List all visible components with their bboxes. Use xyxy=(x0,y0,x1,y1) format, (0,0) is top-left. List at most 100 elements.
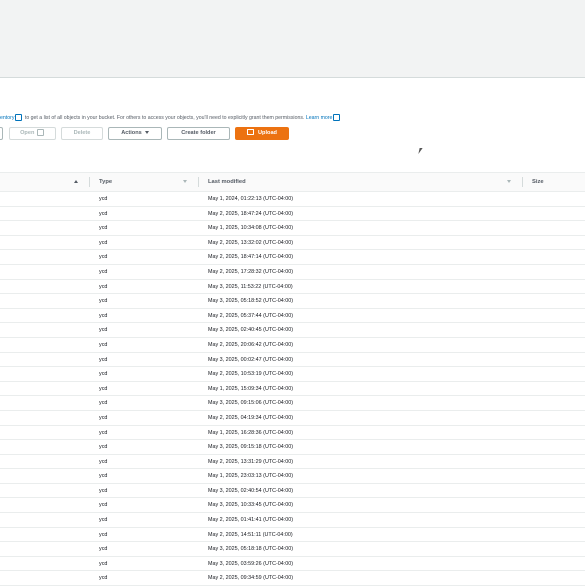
upload-icon xyxy=(247,129,255,136)
cell-last-modified: May 3, 2025, 03:59:26 (UTC-04:00) xyxy=(208,560,294,567)
open-label: Open xyxy=(20,130,35,136)
column-header-last-modified[interactable]: Last modified xyxy=(208,173,246,191)
table-row[interactable]: ycd May 2, 2025, 13:31:29 (UTC-04:00) xyxy=(0,455,585,470)
table-row[interactable]: ycd May 2, 2025, 20:06:42 (UTC-04:00) xyxy=(0,338,585,353)
table-row[interactable]: ycd May 3, 2025, 10:33:45 (UTC-04:00) xyxy=(0,498,585,514)
upload-button[interactable]: Upload xyxy=(235,127,289,140)
cell-last-modified: May 2, 2025, 10:53:19 (UTC-04:00) xyxy=(208,371,294,378)
cell-last-modified: May 3, 2025, 11:53:22 (UTC-04:00) xyxy=(208,283,293,290)
cell-last-modified: May 1, 2024, 01:22:13 (UTC-04:00) xyxy=(208,196,294,202)
table-row[interactable]: ycd May 2, 2025, 13:32:02 (UTC-04:00) xyxy=(0,236,585,251)
cell-last-modified: May 1, 2025, 23:03:13 (UTC-04:00) xyxy=(208,473,294,480)
table-row[interactable]: ycd May 2, 2025, 05:37:44 (UTC-04:00) xyxy=(0,309,585,324)
cell-type: ycd xyxy=(99,371,108,378)
external-link-icon xyxy=(15,113,23,121)
table-row[interactable]: ycd May 2, 2025, 17:28:32 (UTC-04:00) xyxy=(0,265,585,280)
cell-type: ycd xyxy=(99,356,108,363)
column-header-size[interactable]: Size xyxy=(532,173,544,191)
learn-more-link[interactable]: Learn more xyxy=(306,115,333,121)
sort-descending-icon[interactable] xyxy=(507,180,511,183)
cell-type: ycd xyxy=(99,429,108,436)
table-row[interactable]: ycd May 2, 2025, 01:41:41 (UTC-04:00) xyxy=(0,513,585,528)
info-description: to get a list of all objects in your buc… xyxy=(24,115,305,121)
cell-type: ycd xyxy=(99,531,108,538)
table-row[interactable]: ycd May 1, 2025, 10:34:08 (UTC-04:00) xyxy=(0,221,585,236)
cell-type: ycd xyxy=(99,327,108,334)
cell-type: ycd xyxy=(99,546,108,553)
cell-type: ycd xyxy=(99,312,108,319)
cell-last-modified: May 2, 2025, 13:31:29 (UTC-04:00) xyxy=(208,458,294,465)
copy-url-button[interactable] xyxy=(0,127,3,140)
delete-label: Delete xyxy=(73,130,91,136)
table-row[interactable]: ycd May 2, 2025, 10:53:19 (UTC-04:00) xyxy=(0,367,585,382)
table-row[interactable]: ycd May 3, 2025, 02:40:45 (UTC-04:00) xyxy=(0,323,585,338)
cell-type: ycd xyxy=(99,458,108,465)
table-row[interactable]: ycd May 2, 2025, 14:51:11 (UTC-04:00) xyxy=(0,528,585,543)
cell-last-modified: May 2, 2025, 20:06:42 (UTC-04:00) xyxy=(208,341,294,348)
page-header-band xyxy=(0,0,585,78)
column-divider[interactable] xyxy=(522,177,523,187)
cell-last-modified: May 3, 2025, 10:33:45 (UTC-04:00) xyxy=(208,502,294,509)
cell-type: ycd xyxy=(99,487,108,494)
cell-type: ycd xyxy=(99,414,108,421)
cell-type: ycd xyxy=(99,560,108,567)
objects-table-body: ycd May 1, 2024, 01:22:13 (UTC-04:00) ycd M… xyxy=(0,192,585,586)
cell-last-modified: May 2, 2025, 14:51:11 (UTC-04:00) xyxy=(208,531,293,538)
inventory-link[interactable]: entory xyxy=(0,115,14,121)
table-row[interactable]: ycd May 3, 2025, 11:53:22 (UTC-04:00) xyxy=(0,280,585,295)
table-row[interactable]: ycd May 3, 2025, 09:15:06 (UTC-04:00) xyxy=(0,396,585,411)
cell-last-modified: May 2, 2025, 05:37:44 (UTC-04:00) xyxy=(208,312,294,319)
sort-ascending-icon[interactable] xyxy=(74,180,78,183)
table-row[interactable]: ycd May 3, 2025, 00:02:47 (UTC-04:00) xyxy=(0,353,585,368)
cell-last-modified: May 2, 2025, 09:34:59 (UTC-04:00) xyxy=(208,575,294,582)
cell-last-modified: May 3, 2025, 09:15:06 (UTC-04:00) xyxy=(208,400,294,407)
cell-last-modified: May 3, 2025, 00:02:47 (UTC-04:00) xyxy=(208,356,294,363)
cell-type: ycd xyxy=(99,341,108,348)
table-row[interactable]: ycd May 2, 2025, 04:19:34 (UTC-04:00) xyxy=(0,411,585,426)
table-row[interactable]: ycd May 1, 2025, 23:03:13 (UTC-04:00) xyxy=(0,469,585,484)
cell-last-modified: May 3, 2025, 09:15:18 (UTC-04:00) xyxy=(208,444,294,451)
caret-down-icon xyxy=(144,131,149,135)
table-row[interactable]: ycd May 2, 2025, 18:47:14 (UTC-04:00) xyxy=(0,250,585,265)
cell-type: ycd xyxy=(99,575,108,582)
cell-last-modified: May 2, 2025, 18:47:14 (UTC-04:00) xyxy=(208,254,294,261)
external-link-icon xyxy=(333,113,341,121)
cell-type: ycd xyxy=(99,298,108,305)
cell-type: ycd xyxy=(99,239,108,246)
table-row[interactable]: ycd May 2, 2025, 09:34:59 (UTC-04:00) xyxy=(0,571,585,586)
actions-label: Actions xyxy=(121,130,142,136)
table-row[interactable]: ycd May 2, 2025, 18:47:24 (UTC-04:00) xyxy=(0,207,585,222)
external-link-icon xyxy=(36,128,44,136)
cell-last-modified: May 3, 2025, 02:40:54 (UTC-04:00) xyxy=(208,487,294,494)
bucket-info-text: entory to get a list of all objects in y… xyxy=(0,113,585,123)
table-row[interactable]: ycd May 3, 2025, 02:40:54 (UTC-04:00) xyxy=(0,484,585,499)
cell-last-modified: May 2, 2025, 04:19:34 (UTC-04:00) xyxy=(208,414,294,421)
upload-label: Upload xyxy=(258,130,277,136)
cell-last-modified: May 3, 2025, 05:18:52 (UTC-04:00) xyxy=(208,298,294,305)
create-folder-button[interactable]: Create folder xyxy=(167,127,230,140)
column-header-type[interactable]: Type xyxy=(99,173,112,191)
cell-last-modified: May 1, 2025, 16:28:36 (UTC-04:00) xyxy=(208,429,294,436)
cell-type: ycd xyxy=(99,400,108,407)
table-row[interactable]: ycd May 3, 2025, 09:15:18 (UTC-04:00) xyxy=(0,440,585,455)
table-row[interactable]: ycd May 1, 2025, 15:09:34 (UTC-04:00) xyxy=(0,382,585,397)
mouse-pointer-icon xyxy=(418,148,423,154)
cell-type: ycd xyxy=(99,210,108,217)
cell-type: ycd xyxy=(99,502,108,509)
cell-last-modified: May 3, 2025, 02:40:45 (UTC-04:00) xyxy=(208,327,294,334)
actions-dropdown-button[interactable]: Actions xyxy=(108,127,162,140)
column-divider[interactable] xyxy=(198,177,199,187)
cell-type: ycd xyxy=(99,225,108,232)
table-row[interactable]: ycd May 3, 2025, 03:59:26 (UTC-04:00) xyxy=(0,557,585,572)
table-row[interactable]: ycd May 3, 2025, 05:18:52 (UTC-04:00) xyxy=(0,294,585,309)
open-button[interactable]: Open xyxy=(9,127,56,140)
table-row[interactable]: ycd May 3, 2025, 05:18:18 (UTC-04:00) xyxy=(0,542,585,557)
cell-last-modified: May 1, 2025, 15:09:34 (UTC-04:00) xyxy=(208,385,294,392)
table-row[interactable]: ycd May 1, 2025, 16:28:36 (UTC-04:00) xyxy=(0,426,585,441)
delete-button[interactable]: Delete xyxy=(61,127,103,140)
sort-descending-icon[interactable] xyxy=(183,180,187,183)
column-divider[interactable] xyxy=(89,177,90,187)
cell-type: ycd xyxy=(99,444,108,451)
cell-type: ycd xyxy=(99,283,108,290)
table-row[interactable]: ycd May 1, 2024, 01:22:13 (UTC-04:00) xyxy=(0,192,585,207)
